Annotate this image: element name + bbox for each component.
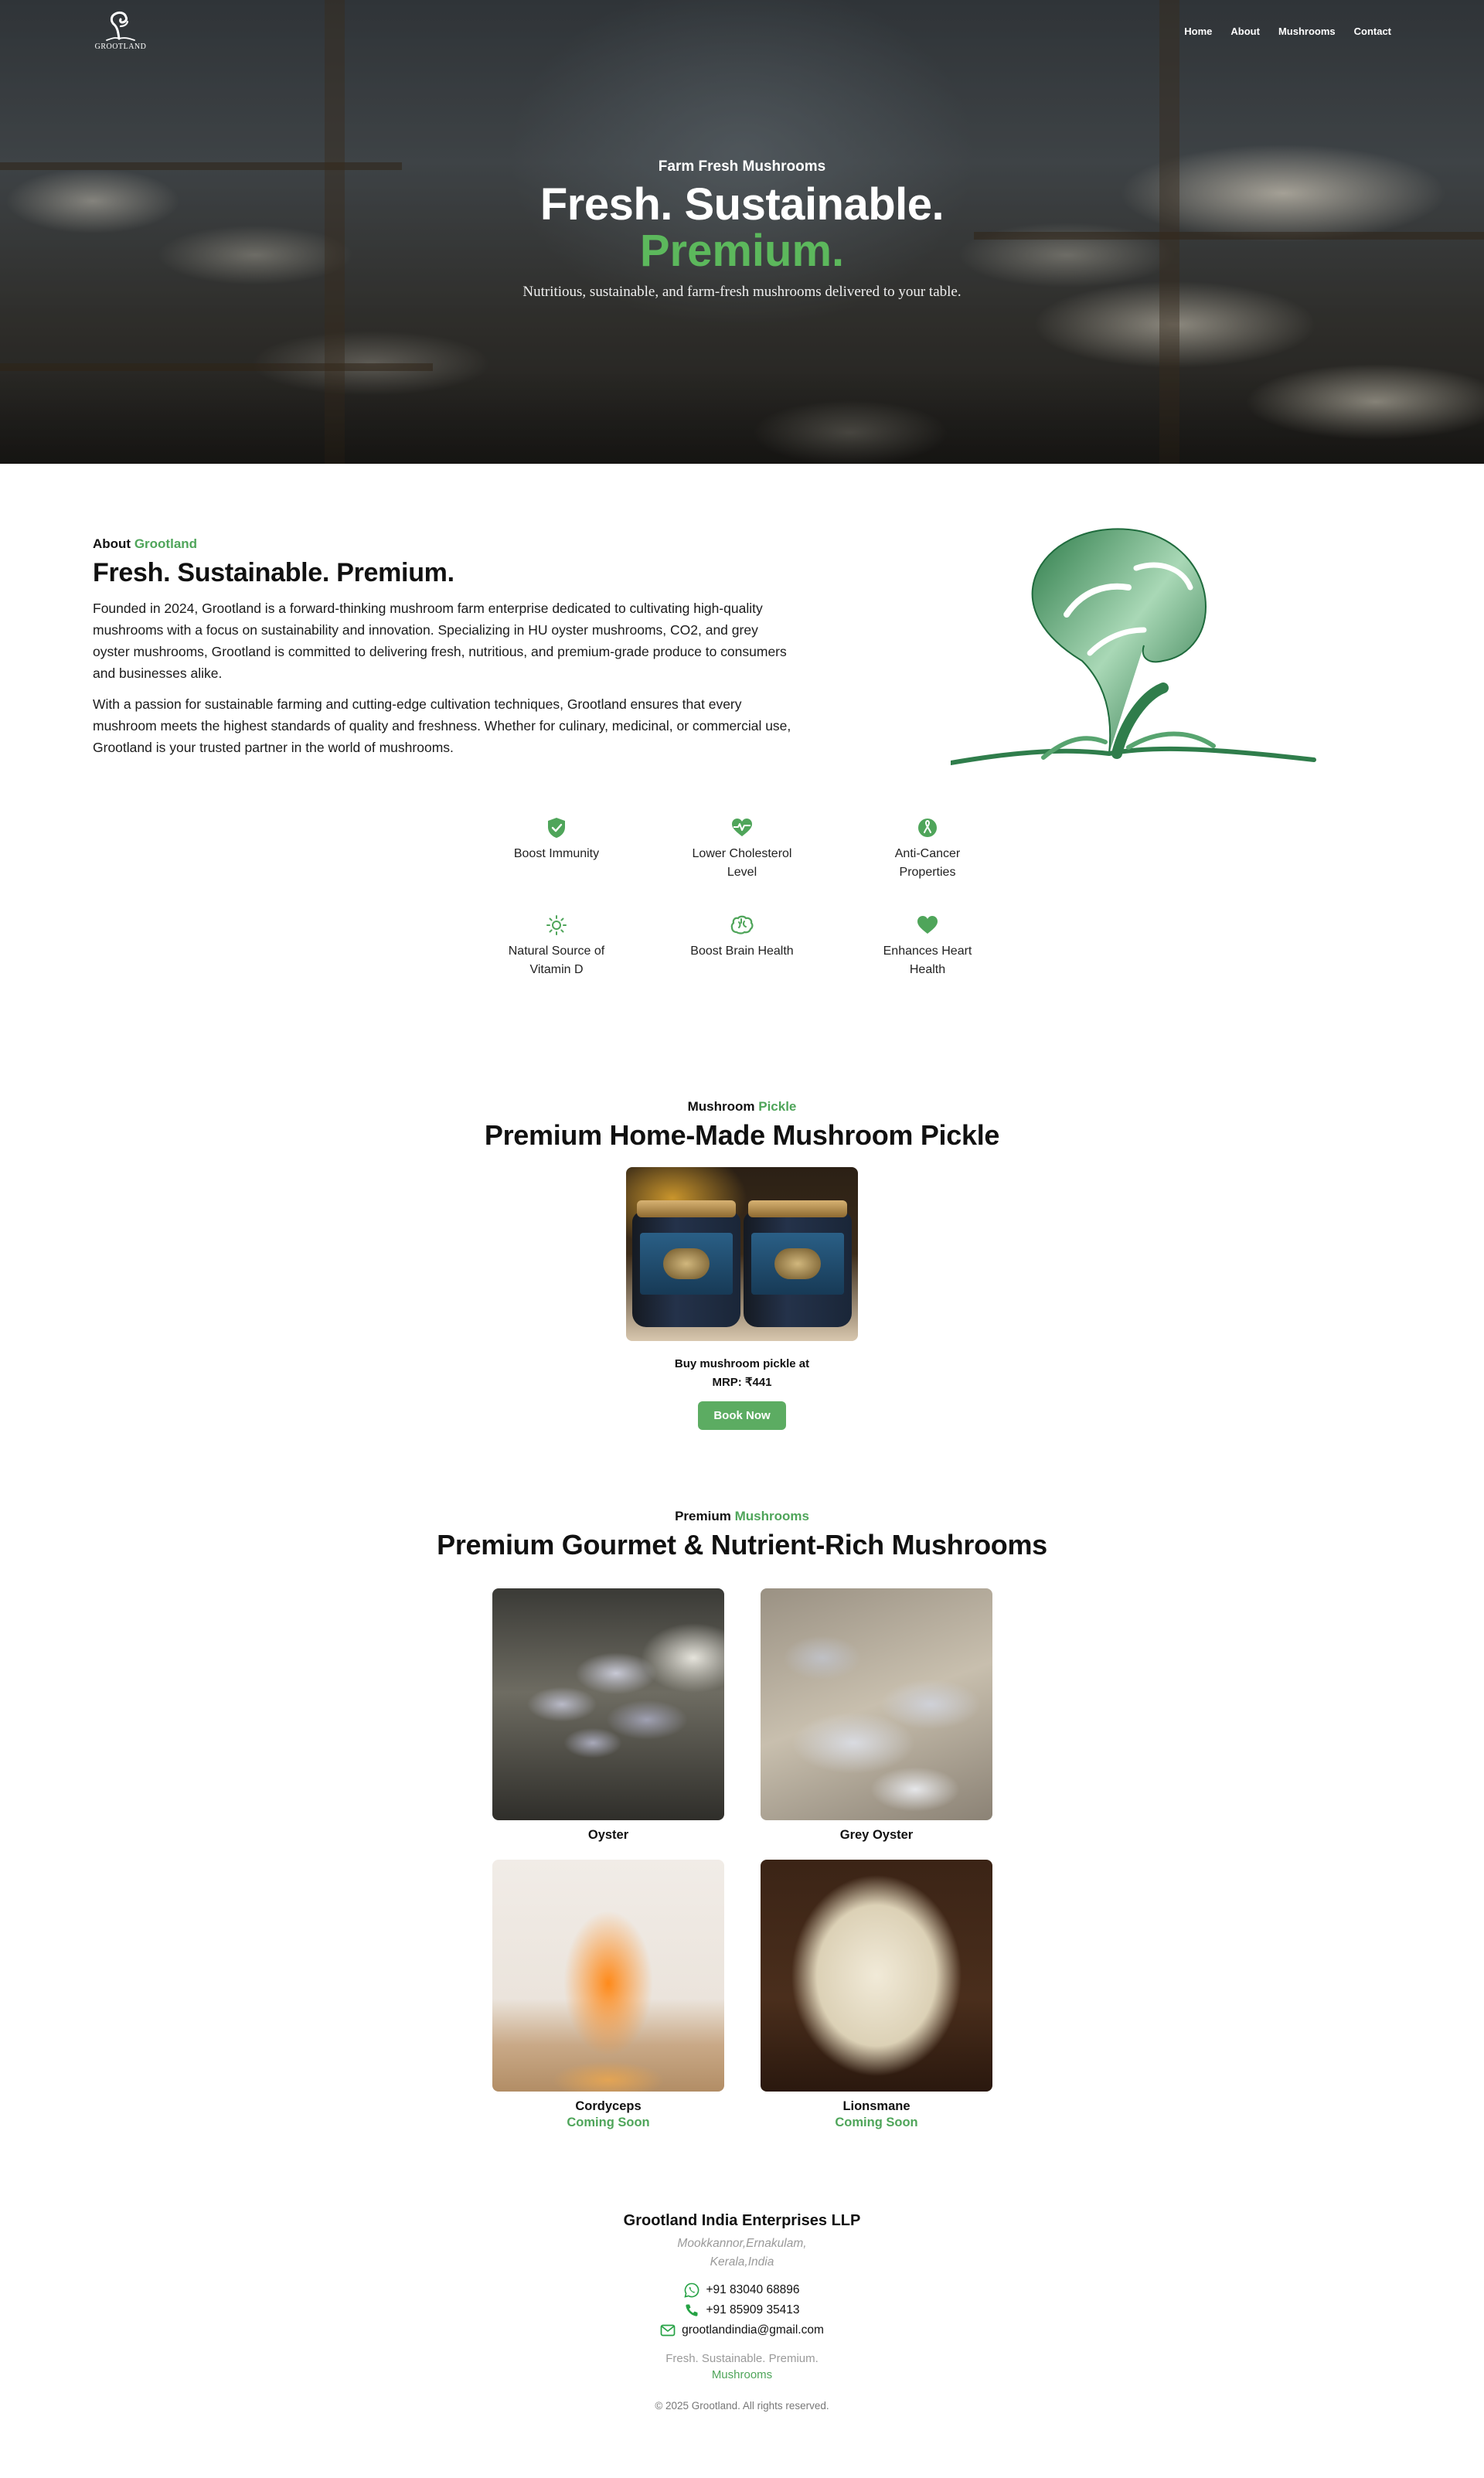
about-paragraph: Founded in 2024, Grootland is a forward-… — [93, 601, 787, 681]
mushrooms-heading: Premium Gourmet & Nutrient-Rich Mushroom… — [437, 1529, 1047, 1561]
benefit-label: Boost Brain Health — [690, 945, 794, 958]
tree-logo-icon — [106, 11, 135, 41]
mushroom-name: Lionsmane — [842, 2099, 910, 2113]
benefit-label: Boost Immunity — [513, 847, 600, 860]
about-eyebrow-accent: Grootland — [134, 536, 198, 551]
nav-about-link[interactable]: About — [1230, 26, 1260, 37]
pickle-heading: Premium Home-Made Mushroom Pickle — [484, 1119, 1000, 1151]
brain-icon — [730, 913, 754, 938]
lionsmane-mushroom-image — [761, 1860, 992, 2092]
mushroom-card[interactable]: Cordyceps Coming Soon — [492, 1860, 724, 2130]
mushrooms-eyebrow-label: Premium — [675, 1509, 731, 1523]
benefit-label: Lower Cholesterol Level — [692, 847, 792, 879]
hero-subtitle: Nutritious, sustainable, and farm-fresh … — [522, 284, 962, 300]
whatsapp-number: +91 83040 68896 — [706, 2283, 800, 2296]
nav-contact-link[interactable]: Contact — [1354, 26, 1391, 37]
jar-lid — [637, 1200, 736, 1217]
jar-label-art — [774, 1248, 821, 1279]
email-contact[interactable]: grootlandindia@gmail.com — [660, 2323, 824, 2338]
mushroom-grid: Oyster Grey Oyster Cordyceps Coming Soon… — [492, 1588, 992, 2130]
benefit-item: Boost Brain Health — [649, 913, 835, 979]
heart-pulse-icon — [730, 815, 754, 840]
about-eyebrow: About Grootland — [93, 536, 796, 552]
benefit-label: Anti-Cancer Properties — [894, 847, 961, 879]
book-now-button[interactable]: Book Now — [698, 1401, 786, 1430]
nav-mushrooms-link[interactable]: Mushrooms — [1278, 26, 1336, 37]
mail-icon — [660, 2323, 676, 2338]
mushroom-card[interactable]: Oyster — [492, 1588, 724, 1844]
pickle-eyebrow-label: Mushroom — [687, 1099, 755, 1114]
footer-address: Mookkannor,Ernakulam, Kerala,India — [677, 2237, 807, 2269]
pickle-price: MRP: ₹441 — [712, 1376, 772, 1389]
benefit-label: Natural Source of Vitamin D — [508, 945, 605, 976]
phone-contact[interactable]: +91 85909 35413 — [684, 2303, 800, 2318]
top-nav: GROOTLAND Home About Mushrooms Contact — [0, 0, 1484, 62]
sun-icon — [544, 913, 569, 938]
grey-oyster-mushroom-image — [761, 1588, 992, 1820]
mushroom-status: Coming Soon — [835, 2115, 918, 2129]
nav-home-link[interactable]: Home — [1184, 26, 1212, 37]
benefit-grid: Boost Immunity Lower Cholesterol Level A… — [464, 815, 1020, 979]
benefits-section: Boost Immunity Lower Cholesterol Level A… — [0, 804, 1484, 1099]
about-heading: Fresh. Sustainable. Premium. — [93, 558, 454, 587]
shield-check-icon — [544, 815, 569, 840]
jar-lid — [748, 1200, 847, 1217]
benefit-item: Anti-Cancer Properties — [835, 815, 1020, 882]
mushroom-card[interactable]: Lionsmane Coming Soon — [761, 1860, 992, 2130]
footer: Grootland India Enterprises LLP Mookkann… — [0, 2212, 1484, 2478]
benefit-label: Enhances Heart Health — [883, 945, 972, 976]
about-text: About Grootland Fresh. Sustainable. Prem… — [93, 536, 796, 768]
contact-list: +91 83040 68896 +91 85909 35413 grootlan… — [660, 2282, 824, 2338]
phone-number: +91 85909 35413 — [706, 2303, 800, 2316]
pickle-jars-image — [626, 1167, 858, 1341]
pickle-section: Mushroom Pickle Premium Home-Made Mushro… — [0, 1099, 1484, 1509]
pickle-jar — [632, 1200, 740, 1327]
grootland-tree-illustration — [948, 522, 1322, 777]
mushroom-card[interactable]: Grey Oyster — [761, 1588, 992, 1844]
footer-company: Grootland India Enterprises LLP — [623, 2212, 861, 2229]
tree-illustration-icon — [948, 528, 1316, 765]
mushrooms-section: Premium Mushrooms Premium Gourmet & Nutr… — [0, 1509, 1484, 2212]
mushrooms-eyebrow: Premium Mushrooms — [0, 1509, 1484, 1524]
cordyceps-mushroom-image — [492, 1860, 724, 2092]
brand-name: GROOTLAND — [94, 43, 147, 51]
pickle-eyebrow-accent: Pickle — [758, 1099, 797, 1114]
footer-copyright: © 2025 Grootland. All rights reserved. — [655, 2400, 829, 2412]
hero-section: GROOTLAND Home About Mushrooms Contact F… — [0, 0, 1484, 464]
footer-tagline: Fresh. Sustainable. Premium. — [665, 2352, 819, 2365]
heart-icon — [915, 913, 940, 938]
hero-title-accent: Premium. — [639, 226, 845, 276]
about-section: About Grootland Fresh. Sustainable. Prem… — [0, 464, 1484, 804]
nav-links: Home About Mushrooms Contact — [1184, 26, 1391, 37]
mushroom-name: Oyster — [587, 1828, 629, 1842]
benefit-item: Boost Immunity — [464, 815, 649, 882]
oyster-mushroom-image — [492, 1588, 724, 1820]
mushroom-name: Cordyceps — [575, 2099, 642, 2113]
pickle-buy-line: Buy mushroom pickle at — [674, 1357, 810, 1370]
pickle-jar — [744, 1200, 852, 1327]
ribbon-icon — [915, 815, 940, 840]
about-paragraph: With a passion for sustainable farming a… — [93, 696, 791, 755]
benefit-item: Enhances Heart Health — [835, 913, 1020, 979]
phone-icon — [684, 2303, 699, 2318]
hero-title: Fresh. Sustainable. — [539, 179, 945, 230]
brand-logo[interactable]: GROOTLAND — [93, 11, 148, 51]
hero-content: Farm Fresh Mushrooms Fresh. Sustainable.… — [0, 158, 1484, 301]
hero-fade — [0, 371, 1484, 464]
jar-label-art — [663, 1248, 710, 1279]
mushroom-name: Grey Oyster — [839, 1828, 914, 1842]
footer-tagline-accent: Mushrooms — [711, 2368, 773, 2381]
benefit-item: Lower Cholesterol Level — [649, 815, 835, 882]
benefit-item: Natural Source of Vitamin D — [464, 913, 649, 979]
about-eyebrow-label: About — [93, 536, 131, 551]
pickle-eyebrow: Mushroom Pickle — [0, 1099, 1484, 1115]
whatsapp-contact[interactable]: +91 83040 68896 — [684, 2282, 800, 2298]
mushroom-status: Coming Soon — [567, 2115, 650, 2129]
whatsapp-icon — [684, 2282, 699, 2298]
hero-kicker: Farm Fresh Mushrooms — [658, 158, 826, 175]
pickle-buy-text: Buy mushroom pickle at MRP: ₹441 — [0, 1355, 1484, 1392]
mushrooms-eyebrow-accent: Mushrooms — [734, 1509, 809, 1523]
email-address: grootlandindia@gmail.com — [682, 2323, 824, 2337]
